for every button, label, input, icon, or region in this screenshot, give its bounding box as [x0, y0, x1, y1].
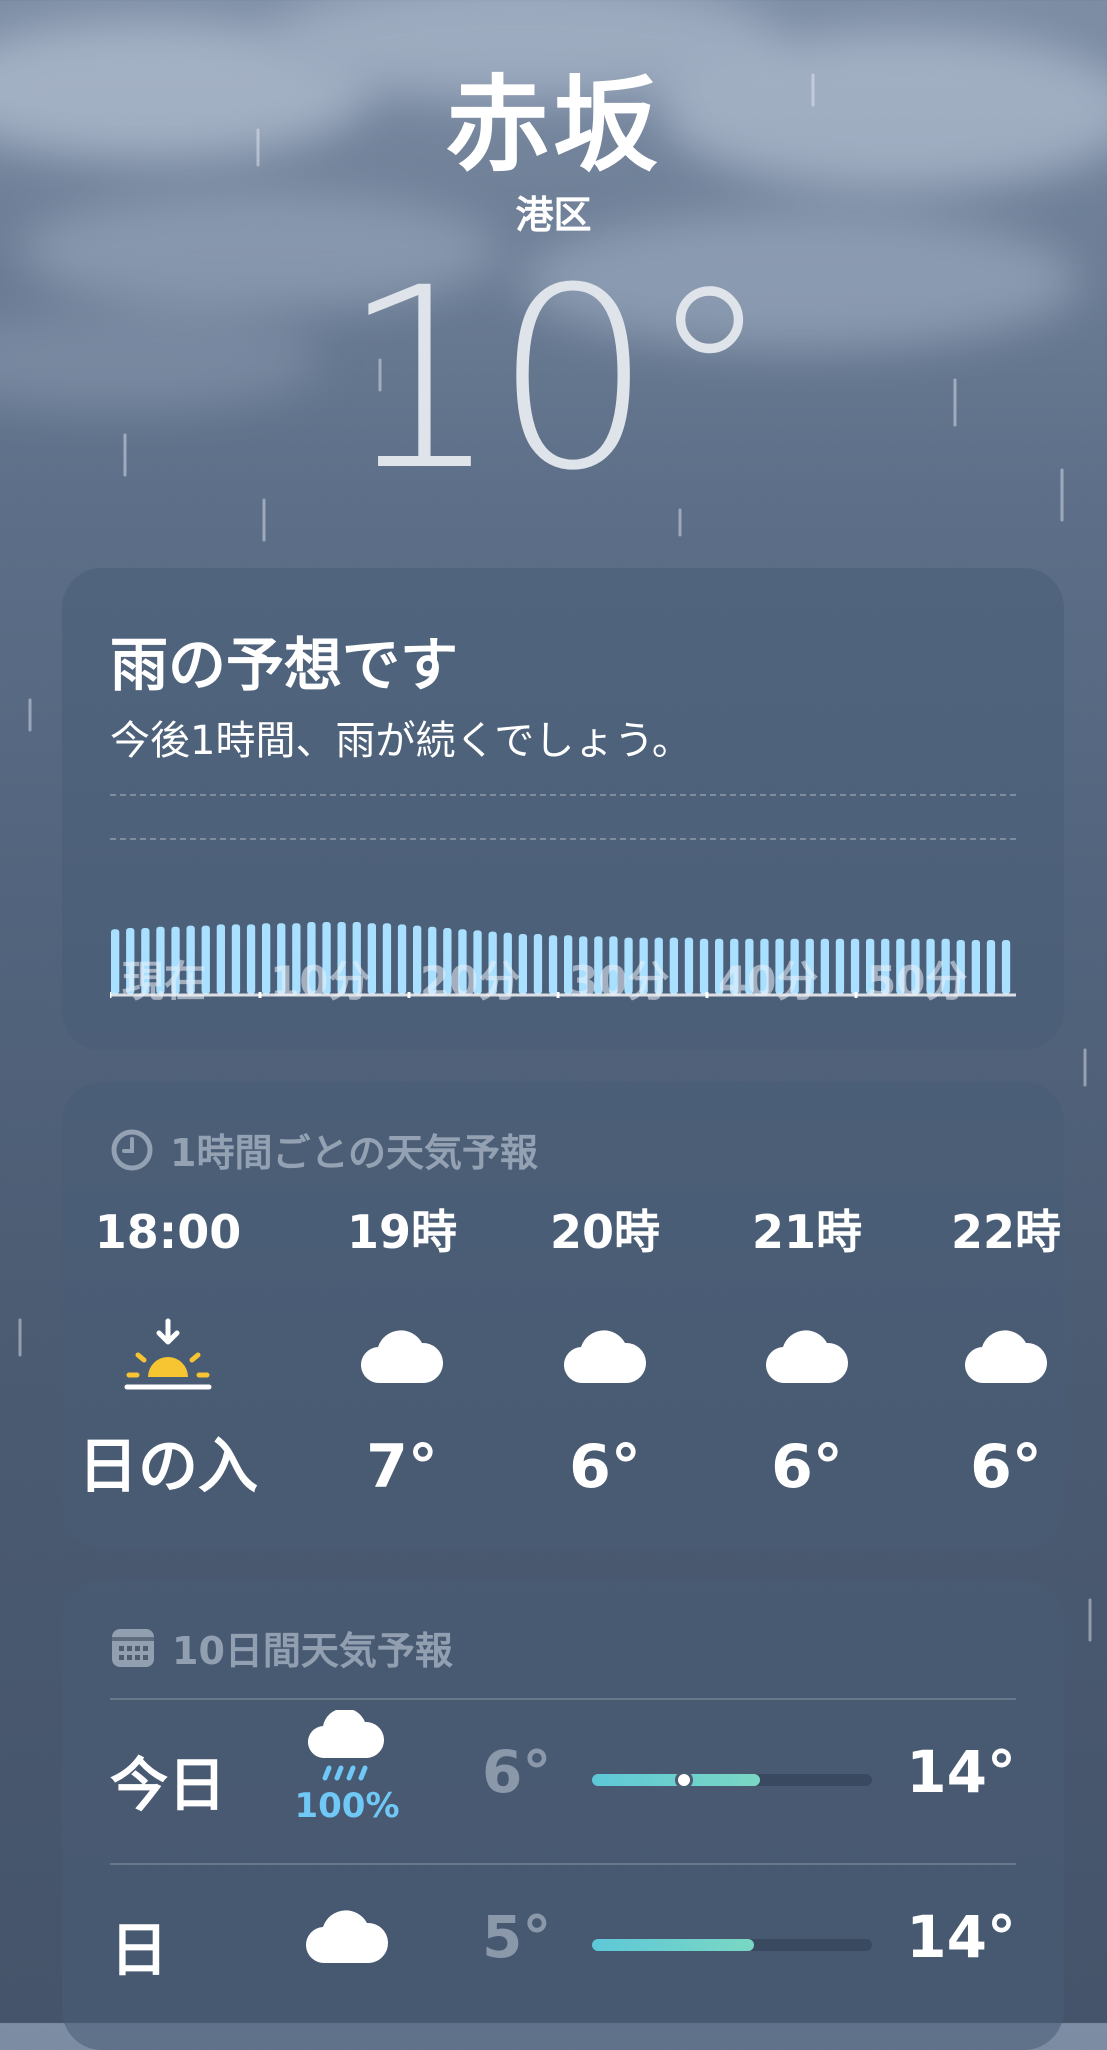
- cloud-icon: [292, 1909, 402, 1969]
- low-temp: 6°: [482, 1738, 552, 1806]
- precip-bar: [699, 938, 709, 994]
- axis-label-30: 30分: [569, 957, 670, 1006]
- axis-label-50: 50分: [867, 957, 968, 1006]
- hour-time: 21時: [751, 1205, 862, 1259]
- precip-bar: [382, 923, 392, 994]
- day-name: 日: [110, 1916, 169, 1984]
- current-temp-marker: [675, 1771, 694, 1789]
- precip-bar: [986, 940, 996, 994]
- current-temperature: 10°: [340, 234, 772, 525]
- axis-label-40: 40分: [718, 957, 819, 1006]
- precip-bar: [835, 938, 845, 994]
- precip-bar: [397, 924, 407, 994]
- city-name: 赤坂: [445, 64, 662, 186]
- precip-bar: [216, 924, 225, 994]
- precip-bar: [231, 924, 241, 994]
- hour-time: 19時: [346, 1205, 457, 1259]
- high-temp: 14°: [906, 1903, 1016, 1971]
- clock-icon: [111, 1129, 153, 1170]
- precip-bar: [850, 938, 860, 994]
- axis-label-now: 現在: [122, 957, 207, 1006]
- cloud-icon: [505, 1302, 705, 1412]
- hourly-heading: 1時間ごとの天気予報: [110, 1122, 538, 1177]
- hour-temp: 6°: [771, 1432, 843, 1502]
- daily-heading: 10日間天気予報: [110, 1620, 453, 1675]
- hour-item-0: 18:00 日の入: [68, 1202, 268, 1502]
- precip-chance: 100%: [294, 1786, 400, 1826]
- rain-subtitle: 今後1時間、雨が続くでしょう。: [110, 718, 692, 764]
- precip-bar: [1001, 940, 1011, 994]
- grid-line-heavy: [110, 794, 1016, 796]
- hour-time: 22時: [950, 1205, 1061, 1259]
- daily-forecast-card[interactable]: 10日間天気予報 今日 100% 6° 14° 日 5° 14°: [62, 1580, 1064, 2050]
- hour-item-2: 20時 6°: [505, 1202, 705, 1502]
- sunset-icon: [68, 1302, 268, 1412]
- precip-bar: [971, 940, 980, 994]
- cloud-rain-icon: 100%: [292, 1708, 402, 1826]
- hour-temp: 7°: [366, 1432, 438, 1502]
- hour-item-1: 19時 7°: [302, 1202, 502, 1502]
- precip-bar: [111, 929, 120, 994]
- temp-range-bar: [592, 1939, 872, 1951]
- location-header: 赤坂 港区: [0, 60, 1107, 240]
- cloud-icon: [302, 1302, 502, 1412]
- precip-bar: [246, 924, 256, 994]
- precip-bar: [820, 938, 829, 994]
- grid-line-medium: [110, 838, 1016, 840]
- hour-item-4: 22時 6°: [906, 1202, 1106, 1502]
- hour-temp: 6°: [970, 1432, 1042, 1502]
- high-temp: 14°: [906, 1738, 1016, 1806]
- daily-heading-label: 10日間天気予報: [172, 1629, 453, 1673]
- rain-title: 雨の予想です: [110, 631, 459, 699]
- low-temp: 5°: [482, 1903, 552, 1971]
- day-row-today[interactable]: 今日 100% 6° 14°: [62, 1700, 1064, 1860]
- day-row-sunday[interactable]: 日 5° 14°: [62, 1865, 1064, 2025]
- precip-bar: [669, 937, 678, 994]
- hour-item-3: 21時 6°: [707, 1202, 907, 1502]
- hourly-heading-label: 1時間ごとの天気予報: [170, 1131, 539, 1175]
- district-name: 港区: [515, 193, 592, 237]
- rain-forecast-card[interactable]: 雨の予想です 今後1時間、雨が続くでしょう。 現在 10分 20分 30分 40…: [62, 568, 1064, 1050]
- hour-time: 20時: [549, 1205, 660, 1259]
- hourly-forecast-card[interactable]: 1時間ごとの天気予報 18:00 日の入 19時 7° 20時 6° 21時 6…: [62, 1082, 1064, 1549]
- temp-range-fill: [592, 1939, 755, 1951]
- day-name: 今日: [110, 1751, 227, 1819]
- axis-label-10: 10分: [270, 957, 371, 1006]
- axis-label-20: 20分: [420, 957, 521, 1006]
- precip-bar: [684, 937, 694, 994]
- hour-time: 18:00: [94, 1205, 242, 1259]
- sunset-label: 日の入: [78, 1432, 258, 1502]
- cloud-icon: [906, 1302, 1106, 1412]
- temp-range-bar: [592, 1771, 872, 1789]
- calendar-icon: [112, 1628, 154, 1667]
- precip-bar: [533, 934, 543, 994]
- hour-temp: 6°: [569, 1432, 641, 1502]
- cloud-icon: [707, 1302, 907, 1412]
- precip-bar: [548, 935, 558, 994]
